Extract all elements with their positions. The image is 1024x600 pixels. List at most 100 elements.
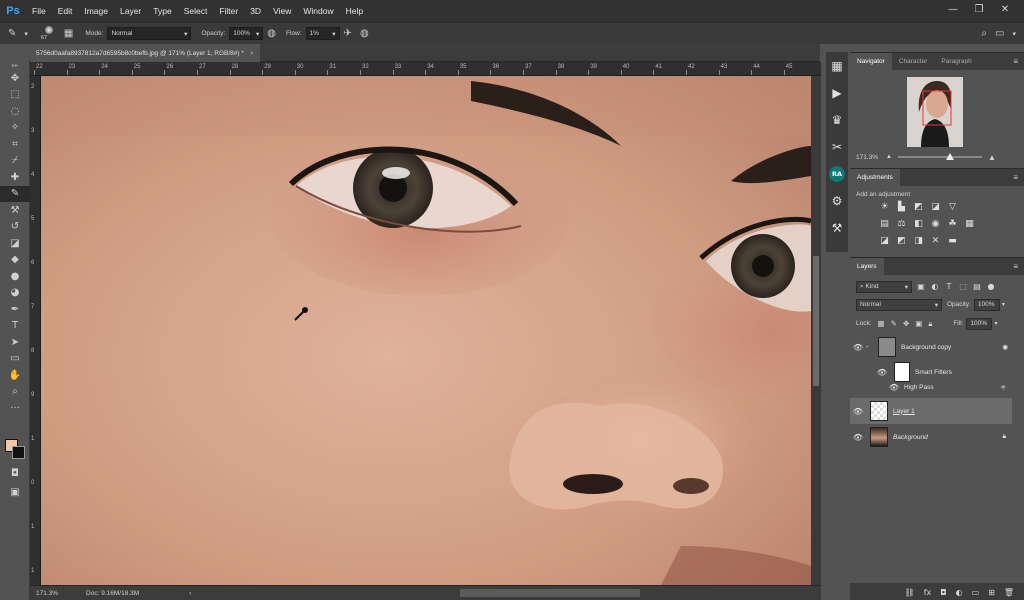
eraser-tool-icon[interactable]: ◪ — [0, 235, 30, 252]
more-tools-icon[interactable]: ··· — [0, 400, 30, 417]
brush-presets-panel-icon[interactable]: ♛ — [826, 106, 848, 133]
background-color-swatch[interactable] — [12, 446, 25, 459]
visibility-eye-icon[interactable]: 👁︎ — [850, 433, 866, 442]
menu-file[interactable]: File — [26, 6, 52, 16]
opacity-input[interactable]: 100% ▾ — [229, 27, 264, 40]
brush-tool-icon[interactable]: ✎ — [0, 185, 30, 202]
lock-transparent-icon[interactable]: ▦ — [878, 319, 885, 328]
trash-icon[interactable]: 🗑︎ — [1004, 588, 1014, 597]
horizontal-scroll-thumb[interactable] — [460, 589, 640, 597]
visibility-eye-icon[interactable]: 👁︎ — [886, 383, 902, 392]
toolbox-grip[interactable]: ▸▸ — [0, 60, 30, 70]
menu-help[interactable]: Help — [340, 6, 369, 16]
rectangle-tool-icon[interactable]: ▭ — [0, 351, 30, 368]
layer-name[interactable]: Layer 1 — [893, 408, 915, 415]
marquee-tool-icon[interactable]: ⬚ — [0, 87, 30, 104]
color-lookup-icon[interactable]: ▦ — [963, 219, 976, 230]
channel-mixer-icon[interactable]: ☘ — [946, 219, 959, 230]
tab-adjustments[interactable]: Adjustments — [850, 169, 900, 186]
layer-row-layer-1[interactable]: 👁︎ Layer 1 — [850, 398, 1012, 424]
layer-name[interactable]: High Pass — [904, 384, 934, 391]
menu-3d[interactable]: 3D — [244, 6, 267, 16]
chevron-down-icon[interactable]: ▾ — [994, 320, 997, 327]
posterize-icon[interactable]: ◩ — [895, 236, 908, 247]
actions-panel-icon[interactable]: ▶ — [826, 79, 848, 106]
chevron-down-icon[interactable]: ▾ — [1012, 30, 1016, 38]
menu-view[interactable]: View — [267, 6, 297, 16]
path-select-tool-icon[interactable]: ➤ — [0, 334, 30, 351]
navigator-thumbnail[interactable] — [907, 77, 963, 147]
curves-icon[interactable]: ◩ — [912, 202, 925, 213]
workspace-icon[interactable]: ▭ — [995, 28, 1004, 39]
menu-layer[interactable]: Layer — [114, 6, 147, 16]
exposure-icon[interactable]: ◪ — [929, 202, 942, 213]
move-tool-icon[interactable]: ✥ — [0, 70, 30, 87]
quick-select-tool-icon[interactable]: ✧ — [0, 120, 30, 137]
gradient-map-icon[interactable]: ▬ — [946, 236, 959, 247]
adjustment-layer-icon[interactable]: ◐ — [956, 588, 963, 597]
lasso-tool-icon[interactable]: ◌ — [0, 103, 30, 120]
menu-image[interactable]: Image — [78, 6, 114, 16]
pen-tool-icon[interactable]: ✒ — [0, 301, 30, 318]
clone-source-panel-icon[interactable]: ⚒ — [826, 214, 848, 241]
document-tab[interactable]: 5756d0aafa8937812a7d6595b8c0befb.jpg @ 1… — [30, 44, 260, 62]
group-icon[interactable]: ▭ — [972, 588, 980, 597]
color-balance-icon[interactable]: ⚖ — [895, 219, 908, 230]
fill-input[interactable]: 100% — [966, 317, 993, 330]
layer-name[interactable]: Background copy — [901, 344, 951, 351]
history-panel-icon[interactable]: ▦ — [826, 52, 848, 79]
threshold-icon[interactable]: ◨ — [912, 236, 925, 247]
zoom-out-icon[interactable]: ▲ — [886, 154, 892, 160]
document-canvas[interactable] — [41, 76, 811, 585]
eyedropper-tool-icon[interactable]: ⌿ — [0, 153, 30, 170]
clone-stamp-tool-icon[interactable]: ⚒ — [0, 202, 30, 219]
visibility-eye-icon[interactable]: 👁︎ — [850, 343, 866, 352]
blend-mode-select[interactable]: Normal ▾ — [856, 298, 942, 311]
visibility-eye-icon[interactable]: 👁︎ — [874, 368, 890, 377]
status-menu-arrow[interactable]: › — [189, 590, 191, 597]
layer-name[interactable]: Background — [893, 434, 928, 441]
history-brush-tool-icon[interactable]: ↺ — [0, 219, 30, 236]
levels-icon[interactable]: ▙ — [895, 202, 908, 213]
lock-all-icon[interactable]: 🔒︎ — [928, 319, 932, 329]
paint-bucket-tool-icon[interactable]: ◆ — [0, 252, 30, 269]
tab-layers[interactable]: Layers — [850, 258, 884, 275]
filter-toggle-icon[interactable]: ● — [986, 282, 996, 292]
pixel-filter-icon[interactable]: ▣ — [916, 282, 926, 292]
tab-navigator[interactable]: Navigator — [850, 53, 892, 70]
flow-input[interactable]: 1% ▾ — [305, 27, 340, 40]
restore-button[interactable]: ❐ — [972, 3, 986, 17]
close-window-button[interactable]: ✕ — [998, 3, 1012, 17]
lock-artboard-icon[interactable]: ▣ — [915, 319, 922, 328]
zoom-in-icon[interactable]: ▲ — [988, 153, 996, 162]
chevron-down-icon[interactable]: ▾ — [1002, 301, 1005, 308]
hand-tool-icon[interactable]: ✋ — [0, 367, 30, 384]
layer-name[interactable]: Smart Filters — [915, 369, 952, 376]
shape-filter-icon[interactable]: ⬚ — [958, 282, 968, 292]
filter-blending-options-icon[interactable]: ≑ — [1001, 383, 1006, 391]
chevron-down-icon[interactable]: ▾ — [24, 30, 28, 38]
pressure-opacity-icon[interactable]: ◍ — [267, 28, 276, 39]
navigator-zoom-knob[interactable] — [946, 153, 955, 160]
kind-filter-select[interactable]: ⌕ Kind ▾ — [856, 280, 912, 293]
tool-presets-panel-icon[interactable]: ✂ — [826, 133, 848, 160]
brush-preset-picker[interactable]: 67 — [38, 25, 60, 43]
adjustment-filter-icon[interactable]: ◐ — [930, 282, 940, 292]
menu-select[interactable]: Select — [178, 6, 214, 16]
brush-panel-icon[interactable]: ▦ — [64, 28, 73, 39]
vibrance-icon[interactable]: ▽ — [946, 202, 959, 213]
zoom-tool-icon[interactable]: ⌕ — [0, 384, 30, 401]
menu-window[interactable]: Window — [297, 6, 339, 16]
plugin-panel-icon[interactable]: RA — [826, 160, 848, 187]
layer-row-high-pass[interactable]: 👁︎ High Pass ≑ — [850, 378, 1012, 396]
airbrush-icon[interactable]: ✈ — [344, 28, 352, 39]
quick-mask-icon[interactable]: ◘ — [0, 465, 30, 482]
zoom-level[interactable]: 171.3% — [36, 590, 58, 597]
healing-brush-tool-icon[interactable]: ✚ — [0, 169, 30, 186]
layer-opacity-input[interactable]: 100% — [973, 298, 1000, 311]
screen-mode-icon[interactable]: ▣ — [0, 484, 30, 501]
black-white-icon[interactable]: ◧ — [912, 219, 925, 230]
mode-select[interactable]: Normal ▾ — [107, 27, 192, 40]
lock-position-icon[interactable]: ✥ — [903, 319, 909, 328]
search-icon[interactable]: ⌕ — [981, 28, 987, 39]
